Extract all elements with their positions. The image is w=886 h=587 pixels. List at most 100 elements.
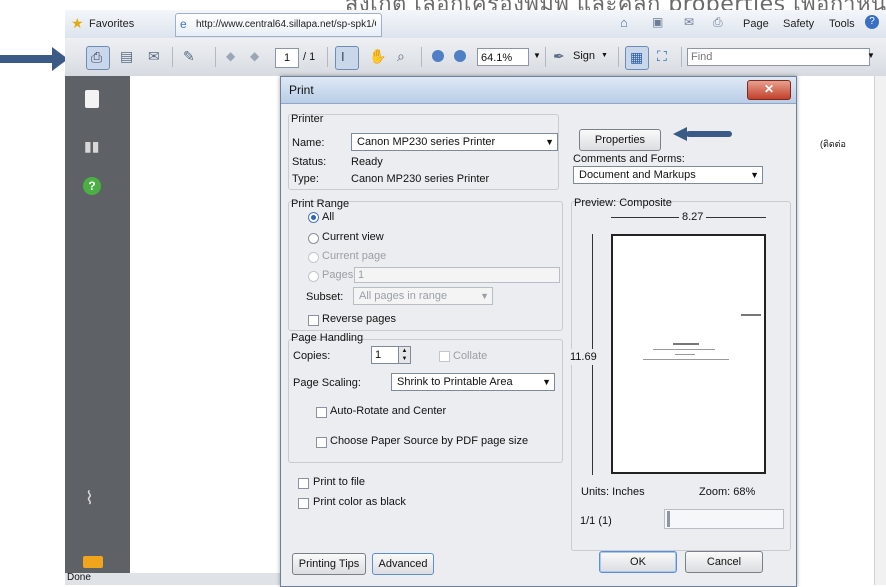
preview-text-line: [741, 314, 761, 316]
page-number-value: 1: [283, 52, 291, 64]
chevron-down-icon[interactable]: ▼: [867, 51, 875, 60]
reverse-pages-checkbox[interactable]: [308, 315, 319, 326]
paperclip-icon[interactable]: ⌇: [85, 488, 94, 509]
zoom-value: 64.1%: [481, 52, 513, 64]
print-dialog: Print ✕ Printer Name: Canon MP230 series…: [280, 76, 797, 587]
radio-pages: [308, 271, 319, 282]
review-button[interactable]: ✎: [179, 46, 201, 68]
zoom-in-button[interactable]: [449, 46, 471, 68]
copies-stepper[interactable]: ▲ ▼: [398, 346, 411, 364]
auto-rotate-label: Auto-Rotate and Center: [330, 405, 447, 417]
advanced-button[interactable]: Advanced: [372, 553, 434, 575]
help-icon[interactable]: ?: [865, 15, 879, 29]
radio-current-view[interactable]: [308, 233, 319, 244]
printer-name-select[interactable]: Canon MP230 series Printer ▼: [351, 133, 558, 151]
menu-tools[interactable]: Tools: [829, 13, 855, 35]
hand-icon: ✋: [369, 48, 387, 64]
feeds-icon[interactable]: ▣: [652, 15, 663, 29]
previous-page-button[interactable]: ◆: [221, 46, 243, 68]
help-circle-icon[interactable]: ?: [83, 177, 101, 195]
full-screen-button[interactable]: ⛶: [653, 46, 675, 68]
fit-page-button[interactable]: ▦: [625, 46, 649, 70]
close-button[interactable]: ✕: [747, 80, 791, 100]
marquee-zoom-button[interactable]: ⌕: [393, 46, 415, 68]
home-icon[interactable]: ⌂: [620, 15, 628, 30]
hand-tool-button[interactable]: ✋: [365, 46, 387, 68]
auto-rotate-checkbox[interactable]: [316, 407, 327, 418]
page-scaling-value: Shrink to Printable Area: [397, 376, 513, 388]
stepper-up-icon: ▲: [401, 348, 408, 354]
close-icon: ✕: [763, 82, 775, 96]
print-button[interactable]: ⎙: [86, 46, 110, 70]
sign-button[interactable]: ✒ Sign ▼: [551, 46, 611, 68]
print-color-black-checkbox[interactable]: [298, 498, 309, 509]
chevron-down-icon: ▼: [601, 52, 608, 59]
browser-tab[interactable]: e http://www.central64.sillapa.net/sp-sp…: [175, 13, 382, 37]
vertical-scrollbar[interactable]: [874, 76, 886, 585]
chevron-down-icon: ▼: [750, 170, 759, 180]
save-icon: ▤: [120, 48, 134, 64]
chevron-down-icon[interactable]: ▼: [533, 51, 541, 60]
menu-safety[interactable]: Safety: [783, 13, 814, 35]
zoom-label: Zoom: 68%: [699, 486, 756, 498]
pointer-arrow-properties: [686, 131, 732, 137]
mail-icon[interactable]: ✉: [684, 15, 694, 29]
page-scaling-select[interactable]: Shrink to Printable Area ▼: [391, 373, 555, 391]
dialog-titlebar[interactable]: Print ✕: [281, 77, 796, 104]
favorites-star-icon[interactable]: ★: [71, 15, 84, 32]
preview-text-line: [643, 359, 729, 360]
page-total: / 1: [303, 51, 316, 63]
find-input[interactable]: [687, 48, 870, 66]
comments-forms-select[interactable]: Document and Markups ▼: [573, 166, 763, 184]
email-button[interactable]: ✉: [144, 46, 166, 68]
print-icon[interactable]: ⎙: [713, 15, 723, 30]
paper-source-checkbox[interactable]: [316, 437, 327, 448]
page-number-input[interactable]: 1: [275, 48, 299, 68]
preview-page-slider[interactable]: [664, 509, 784, 529]
preview-page: [611, 234, 766, 474]
sign-label: Sign: [573, 50, 596, 62]
next-page-button[interactable]: ◆: [245, 46, 267, 68]
copies-label: Copies:: [293, 350, 331, 362]
properties-button[interactable]: Properties: [579, 129, 661, 151]
zoom-out-button[interactable]: [427, 46, 449, 68]
menu-page[interactable]: Page: [743, 13, 769, 35]
status-text: Done: [67, 572, 91, 583]
type-label: Type:: [292, 173, 319, 185]
subset-label: Subset:: [306, 291, 344, 303]
radio-current-page: [308, 252, 319, 263]
type-value: Canon MP230 series Printer: [351, 173, 490, 185]
print-range-label: Print Range: [291, 198, 350, 210]
ok-button[interactable]: OK: [599, 551, 677, 573]
attachments-icon[interactable]: ▮▮: [84, 138, 99, 155]
pages-icon[interactable]: [85, 90, 99, 108]
select-tool-button[interactable]: I: [335, 46, 359, 70]
radio-all[interactable]: [308, 212, 319, 223]
name-label: Name:: [292, 137, 325, 149]
arrow-up-icon: ◆: [226, 49, 236, 63]
pointer-arrow-properties-head: [673, 127, 687, 141]
review-icon: ✎: [183, 48, 195, 64]
print-to-file-checkbox[interactable]: [298, 478, 309, 489]
printing-tips-button[interactable]: Printing Tips: [292, 553, 366, 575]
save-button[interactable]: ▤: [116, 46, 138, 68]
radio-pages-label: Pages: [322, 269, 354, 281]
page-scaling-label: Page Scaling:: [293, 377, 361, 389]
printer-icon: ⎙: [91, 49, 103, 65]
ie-page-icon: e: [180, 17, 187, 31]
preview-label: Preview: Composite: [574, 197, 672, 209]
browser-command-bar: ★ Favorites e http://www.central64.silla…: [65, 10, 886, 39]
browser-tab-url: http://www.central64.sillapa.net/sp-spk1…: [196, 19, 376, 30]
fit-page-icon: ▦: [630, 49, 644, 65]
zoom-select[interactable]: 64.1%: [477, 48, 529, 66]
comments-icon[interactable]: [83, 556, 103, 568]
status-label: Status:: [292, 156, 327, 168]
comments-label: Comments and Forms:: [573, 153, 685, 165]
preview-width-value: 8.27: [679, 211, 707, 223]
cancel-button[interactable]: Cancel: [685, 551, 763, 573]
caption-strip: สังเกต เลือกเครื่องพิมพ์ และคลิก propert…: [0, 0, 886, 10]
properties-label: Properties: [594, 134, 646, 146]
printing-tips-label: Printing Tips: [298, 558, 360, 570]
slider-thumb[interactable]: [667, 511, 670, 527]
favorites-label[interactable]: Favorites: [89, 13, 134, 35]
